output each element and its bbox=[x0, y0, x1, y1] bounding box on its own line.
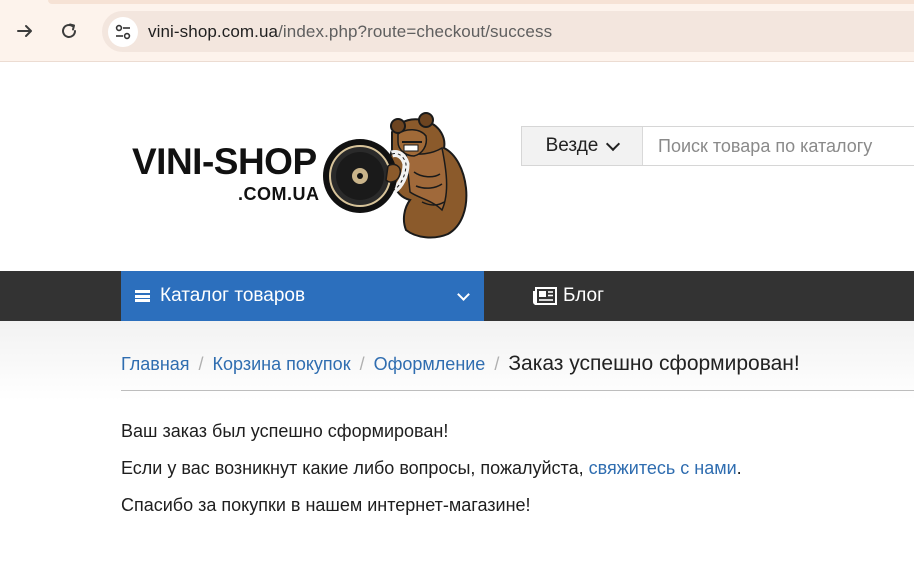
blog-menu-item[interactable]: Блог bbox=[533, 271, 604, 321]
chevron-down-icon bbox=[457, 288, 470, 301]
breadcrumb-cart[interactable]: Корзина покупок bbox=[213, 354, 351, 374]
browser-toolbar: vini-shop.com.ua/index.php?route=checkou… bbox=[0, 0, 914, 62]
url-host: vini-shop.com.ua bbox=[148, 22, 279, 41]
reload-button[interactable] bbox=[54, 16, 84, 46]
url-text[interactable]: vini-shop.com.ua/index.php?route=checkou… bbox=[148, 22, 552, 42]
logo-sub-text: .COM.UA bbox=[238, 184, 320, 204]
tune-icon bbox=[115, 24, 131, 40]
search-scope-label: Везде bbox=[545, 135, 599, 156]
bear-weight-plate-icon bbox=[323, 112, 468, 239]
contact-message: Если у вас возникнут какие либо вопросы,… bbox=[121, 458, 742, 479]
contact-message-text: Если у вас возникнут какие либо вопросы,… bbox=[121, 458, 584, 478]
url-path: /index.php?route=checkout/success bbox=[278, 22, 553, 41]
catalog-menu-label: Каталог товаров bbox=[160, 285, 306, 306]
breadcrumb-separator: / bbox=[494, 354, 500, 374]
breadcrumb-separator: / bbox=[359, 354, 365, 374]
breadcrumb-checkout[interactable]: Оформление bbox=[374, 354, 486, 374]
chevron-down-icon bbox=[606, 136, 621, 152]
breadcrumb: Главная / Корзина покупок / Оформление / Заказ… bbox=[121, 352, 914, 391]
site-logo[interactable]: VINI-SHOP .COM.UA bbox=[130, 112, 480, 242]
logo-main-text: VINI-SHOP bbox=[132, 141, 317, 182]
search-scope-dropdown[interactable]: Везде bbox=[522, 127, 643, 165]
breadcrumb-home[interactable]: Главная bbox=[121, 354, 190, 374]
forward-button[interactable] bbox=[10, 16, 40, 46]
search-input[interactable] bbox=[644, 127, 914, 165]
newspaper-icon bbox=[533, 287, 557, 305]
success-message: Ваш заказ был успешно сформирован! bbox=[121, 421, 449, 441]
site-info-button[interactable] bbox=[108, 17, 138, 47]
page-title: Заказ успешно сформирован! bbox=[508, 352, 800, 375]
blog-menu-label: Блог bbox=[563, 285, 605, 306]
hamburger-icon bbox=[135, 290, 150, 302]
contact-message-end: . bbox=[736, 458, 742, 478]
reload-icon bbox=[62, 23, 76, 38]
arrow-right-icon bbox=[17, 25, 32, 37]
search-bar: Везде bbox=[521, 126, 914, 166]
tab-strip-edge bbox=[48, 0, 914, 4]
catalog-menu-button[interactable]: Каталог товаров bbox=[121, 271, 484, 321]
breadcrumb-separator: / bbox=[198, 354, 204, 374]
thank-you-message: Спасибо за покупки в нашем интернет-мага… bbox=[121, 495, 531, 515]
contact-us-link[interactable]: свяжитесь с нами bbox=[589, 458, 737, 478]
main-menu: Каталог товаров Блог bbox=[0, 271, 914, 321]
address-bar[interactable]: vini-shop.com.ua/index.php?route=checkou… bbox=[102, 11, 914, 52]
